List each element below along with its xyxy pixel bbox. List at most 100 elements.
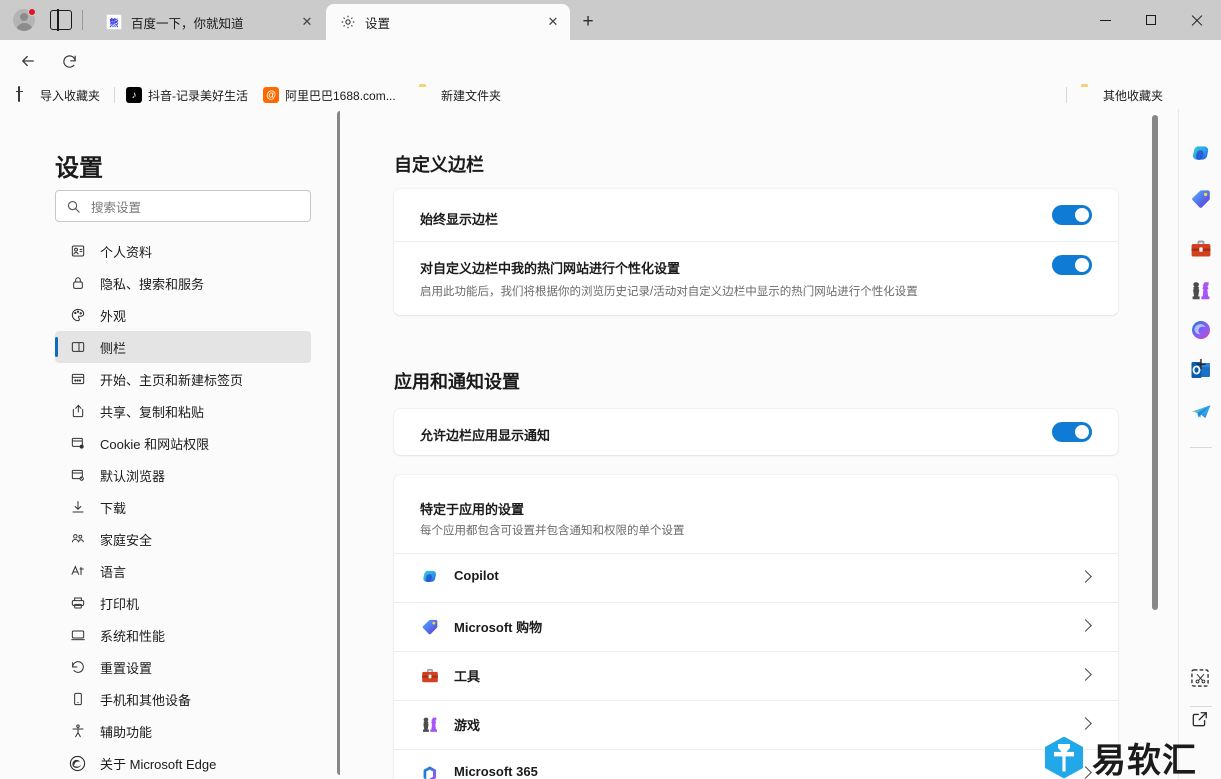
bookmark-alibaba[interactable]: @ 阿里巴巴1688.com...: [257, 84, 402, 106]
sidebar-item-system-performance[interactable]: 系统和性能: [55, 619, 311, 651]
profile-alert-badge: [28, 8, 36, 16]
app-label: 游戏: [454, 715, 480, 734]
printer-icon: [69, 595, 86, 612]
sidebar-item-label: 外观: [100, 306, 126, 325]
sidebar-item-printers[interactable]: 打印机: [55, 587, 311, 619]
page-title: 设置: [55, 148, 103, 183]
edge-logo-icon: [69, 755, 86, 772]
copilot-icon[interactable]: [1189, 143, 1213, 167]
sidebar-item-label: 个人资料: [100, 242, 152, 261]
bookmark-label: 导入收藏夹: [40, 87, 100, 104]
bookmark-new-folder[interactable]: 新建文件夹: [413, 84, 507, 106]
sidebar-item-share-copy-paste[interactable]: 共享、复制和粘贴: [55, 395, 311, 427]
sidebar-item-label: 重置设置: [100, 658, 152, 677]
browser-tab[interactable]: 熊 百度一下，你就知道 ✕: [92, 4, 324, 40]
edge-sidebar-divider: [1190, 447, 1212, 448]
watermark-text: 易软汇: [1092, 733, 1197, 779]
default-browser-icon: [69, 467, 86, 484]
content-scrollbar[interactable]: [1152, 115, 1158, 610]
sidebar-item-appearance[interactable]: 外观: [55, 299, 311, 331]
title-bar: 熊 百度一下，你就知道 ✕ 设置 ✕ +: [0, 0, 1221, 40]
search-input[interactable]: 搜索设置: [55, 190, 311, 222]
open-in-new-icon[interactable]: [1190, 709, 1212, 731]
sidebar-item-phone-other-devices[interactable]: 手机和其他设备: [55, 683, 311, 715]
tab-actions-icon[interactable]: [50, 10, 72, 30]
profile-avatar-icon[interactable]: [13, 9, 35, 31]
search-icon: [66, 199, 81, 214]
folder-icon: [419, 87, 435, 103]
app-row-tools[interactable]: 工具: [394, 651, 1118, 700]
bookmark-douyin[interactable]: ♪ 抖音-记录美好生活: [120, 84, 254, 106]
minimize-button[interactable]: [1082, 0, 1128, 40]
sidebar-item-downloads[interactable]: 下载: [55, 491, 311, 523]
chevron-right-icon[interactable]: [1079, 668, 1092, 681]
profile-icon: [69, 243, 86, 260]
settings-page: 设置 搜索设置 个人资料: [0, 109, 1178, 779]
row-title: 允许边栏应用显示通知: [420, 425, 550, 444]
telegram-icon[interactable]: [1189, 399, 1213, 423]
customize-sidebar-card: 始终显示边栏 对自定义边栏中我的热门网站进行个性化设置 启用此功能后，我们将根据…: [394, 189, 1118, 315]
personalize-top-sites-toggle[interactable]: [1052, 255, 1092, 275]
folder-icon: [1081, 87, 1097, 103]
chevron-right-icon[interactable]: [1079, 570, 1092, 583]
sidebar-item-sidebar[interactable]: 侧栏: [55, 331, 311, 363]
search-placeholder: 搜索设置: [91, 197, 141, 216]
family-icon: [69, 531, 86, 548]
browser-tab-active[interactable]: 设置 ✕: [326, 4, 570, 40]
chevron-right-icon[interactable]: [1079, 619, 1092, 632]
app-row-shopping[interactable]: Microsoft 购物: [394, 602, 1118, 651]
bookmark-label: 其他收藏夹: [1103, 87, 1163, 104]
row-divider: [394, 553, 1118, 554]
sidebar-item-start-home-newtab[interactable]: 开始、主页和新建标签页: [55, 363, 311, 395]
chevron-right-icon[interactable]: [1079, 717, 1092, 730]
app-label: Copilot: [454, 568, 499, 583]
edge-sidebar: +: [1178, 109, 1221, 779]
row-divider: [394, 749, 1118, 750]
bookmark-import-favorites[interactable]: 导入收藏夹: [12, 84, 106, 106]
m365-icon[interactable]: [1189, 318, 1213, 342]
app-row-copilot[interactable]: Copilot: [394, 553, 1118, 602]
reset-icon: [69, 659, 86, 676]
sidebar-item-label: 下载: [100, 498, 126, 517]
maximize-button[interactable]: [1128, 0, 1174, 40]
sidebar-item-label: 家庭安全: [100, 530, 152, 549]
settings-sidebar: 设置 搜索设置 个人资料: [0, 109, 340, 779]
sidebar-item-cookies-permissions[interactable]: Cookie 和网站权限: [55, 427, 311, 459]
screenshot-icon[interactable]: [1189, 667, 1213, 691]
bookmark-other-favorites[interactable]: 其他收藏夹: [1075, 84, 1169, 106]
back-arrow-icon[interactable]: [15, 48, 41, 74]
refresh-icon[interactable]: [56, 48, 82, 74]
app-settings-list: Copilot: [394, 553, 1118, 779]
sidebar-item-default-browser[interactable]: 默认浏览器: [55, 459, 311, 491]
settings-nav-list: 个人资料 隐私、搜索和服务: [55, 235, 311, 779]
app-row-m365[interactable]: Microsoft 365: [394, 749, 1118, 779]
alibaba-favicon: @: [263, 87, 279, 103]
sidebar-item-label: 语言: [100, 562, 126, 581]
sidebar-item-profile[interactable]: 个人资料: [55, 235, 311, 267]
always-show-sidebar-toggle[interactable]: [1052, 205, 1092, 225]
sidebar-item-label: 辅助功能: [100, 722, 152, 741]
sidebar-item-label: Cookie 和网站权限: [100, 434, 209, 453]
allow-notifications-toggle[interactable]: [1052, 422, 1092, 442]
sidebar-item-family-safety[interactable]: 家庭安全: [55, 523, 311, 555]
language-icon: [69, 563, 86, 580]
accessibility-icon: [69, 723, 86, 740]
tab-close-button[interactable]: ✕: [545, 14, 561, 30]
sidebar-item-languages[interactable]: 语言: [55, 555, 311, 587]
sidebar-item-about-edge[interactable]: 关于 Microsoft Edge: [55, 747, 311, 779]
close-window-button[interactable]: [1174, 0, 1220, 40]
sidebar-item-reset-settings[interactable]: 重置设置: [55, 651, 311, 683]
tab-close-button[interactable]: ✕: [299, 14, 315, 30]
add-sidebar-app-button[interactable]: +: [1190, 354, 1212, 376]
sidebar-item-privacy[interactable]: 隐私、搜索和服务: [55, 267, 311, 299]
bookmarks-bar: 导入收藏夹 ♪ 抖音-记录美好生活 @ 阿里巴巴1688.com... 新建文件…: [0, 80, 1221, 109]
app-row-games[interactable]: 游戏: [394, 700, 1118, 749]
tools-icon[interactable]: [1189, 237, 1213, 261]
sidebar-item-label: 打印机: [100, 594, 139, 613]
sidebar-item-accessibility[interactable]: 辅助功能: [55, 715, 311, 747]
tab-title: 百度一下，你就知道: [131, 13, 244, 32]
shopping-icon[interactable]: [1189, 187, 1213, 211]
new-tab-button[interactable]: +: [578, 12, 598, 32]
games-icon[interactable]: [1189, 279, 1213, 303]
home-icon: [69, 371, 86, 388]
